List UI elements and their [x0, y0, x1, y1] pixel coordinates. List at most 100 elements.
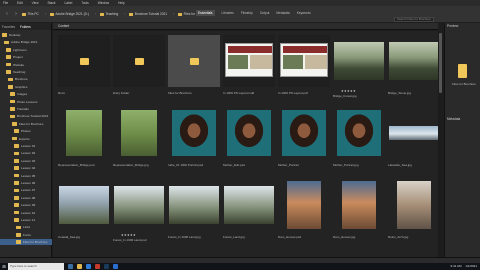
search-input[interactable]: Search Files for Brochure: [394, 17, 434, 22]
file-explorer-icon[interactable]: [77, 264, 82, 269]
menu-item-edit[interactable]: Edit: [17, 1, 23, 5]
breadcrumb-item[interactable]: This PC: [22, 12, 39, 16]
back-icon[interactable]: ‹: [4, 11, 10, 17]
thumbnail-item[interactable]: Ruins_Arch.jpg: [388, 179, 440, 244]
folder-tree-item[interactable]: Website: [0, 62, 52, 68]
workspace-tab-output[interactable]: Output: [260, 11, 270, 15]
bridge-icon[interactable]: [104, 264, 109, 269]
thumbnail-item[interactable]: Entry Folder: [113, 35, 165, 100]
windows-start-icon[interactable]: ⊞: [0, 263, 8, 270]
workspace-tab-libraries[interactable]: Libraries: [222, 11, 234, 15]
thumbnail-item[interactable]: Mother_Portrait: [278, 107, 330, 172]
folder-tree-item[interactable]: Lesson 08: [0, 195, 52, 201]
menu-item-help[interactable]: Help: [118, 1, 125, 5]
thumbnail-item[interactable]: Dam_Hoover.jpg: [333, 179, 385, 244]
thumbnail-item[interactable]: Bridge_Stone.jpg: [388, 35, 440, 100]
breadcrumb-item[interactable]: Adobe Bridge 2021 (D:): [49, 12, 89, 16]
thumbnail-item[interactable]: Representation_Bridge.jpg: [113, 107, 165, 172]
folder-tree-item[interactable]: Teaching: [0, 69, 52, 75]
folder-tree-item[interactable]: Links: [0, 224, 52, 230]
thumbnail-item[interactable]: Representation_Bridge.psd: [58, 107, 110, 172]
folder-tree-item[interactable]: Lesson 01: [0, 143, 52, 149]
breadcrumb-item[interactable]: Teaching: [99, 12, 118, 16]
content-tab[interactable]: Content: [58, 24, 69, 28]
folder-tree-item[interactable]: Adobe Bridge 2021: [0, 39, 52, 45]
taskbar-search-input[interactable]: Type here to search: [8, 263, 64, 270]
folder-tree-item[interactable]: Lightroom: [0, 47, 52, 53]
folder-label: Teaching: [13, 70, 26, 74]
breadcrumb-item[interactable]: Brochure Tutorial 2021: [129, 12, 167, 16]
folder-tree-item[interactable]: Lesson 04: [0, 165, 52, 171]
edge-icon[interactable]: [86, 264, 91, 269]
workspace-tab-keywords[interactable]: Keywords: [297, 11, 311, 15]
folder-tree-item[interactable]: Lesson 09: [0, 202, 52, 208]
folder-tree-item[interactable]: Brochure Tutorial 2021: [0, 113, 52, 119]
breadcrumb-label: This PC: [27, 12, 39, 16]
photo-preview: [66, 110, 102, 156]
thumbnail-item[interactable]: Files for Brochure: [168, 35, 220, 100]
photo-preview: [334, 42, 384, 80]
folder-label: Lightroom: [13, 47, 27, 52]
thumbnail-item[interactable]: ★★★★★ Forest_In 1000 Land.psd: [113, 179, 165, 244]
folder-label: Project: [13, 55, 23, 60]
thumbnail-item[interactable]: Forest_In 1000 Land.jpg: [168, 179, 220, 244]
folder-tree-item[interactable]: Desktop: [0, 32, 52, 38]
thumbnail-caption: Files for Brochure: [168, 91, 192, 95]
folder-tree-item[interactable]: Fonts: [0, 232, 52, 238]
folder-tree-item[interactable]: Photos: [0, 128, 52, 134]
forward-icon[interactable]: ›: [13, 11, 19, 17]
menu-item-view[interactable]: View: [32, 1, 39, 5]
menu-item-stack[interactable]: Stack: [48, 1, 56, 5]
thumbnail-item[interactable]: Lakeside_Sea.jpg: [388, 107, 440, 172]
folder-tree-item[interactable]: Photo Lessons: [0, 99, 52, 105]
preview-caption: Files for Brochure: [452, 82, 476, 86]
workspace-tab-metadata[interactable]: Metadata: [276, 11, 289, 15]
folder-tree-item[interactable]: Images: [0, 91, 52, 97]
menu-item-file[interactable]: File: [3, 1, 8, 5]
thumbnail-item[interactable]: ★★★★★ Bridge_Forest.jpg: [333, 35, 385, 100]
tab-favorites[interactable]: Favorites: [2, 25, 15, 29]
document-thumbnail: [223, 35, 275, 87]
folder-tree-item[interactable]: Exports: [0, 136, 52, 142]
thumbnail-item[interactable]: Mother_Edit.psd: [223, 107, 275, 172]
folder-tree-item[interactable]: Tutorials: [0, 106, 52, 112]
menu-item-window[interactable]: Window: [98, 1, 109, 5]
folder-tree-item[interactable]: Files for Brochure: [0, 239, 52, 246]
folder-icon: [14, 210, 19, 215]
folder-icon: [14, 203, 19, 207]
folder-tree-item[interactable]: Lesson 11: [0, 217, 52, 223]
menu-item-tools[interactable]: Tools: [81, 1, 88, 5]
thumbnail-item[interactable]: In 1000 PS Layout.indd: [223, 35, 275, 100]
task-view-icon[interactable]: [68, 264, 73, 269]
thumbnail-item[interactable]: Indie_01 1000 Portrait.psd: [168, 107, 220, 172]
folder-tree-item[interactable]: Brochure: [0, 76, 52, 82]
thumbnail-item[interactable]: In 1000 PS Layout.pdf: [278, 35, 330, 100]
folders-panel: Favorites Folders Desktop Adobe Bridge 202…: [0, 23, 52, 257]
folder-icon: [99, 12, 104, 16]
folder-tree-item[interactable]: Lesson 02: [0, 150, 52, 156]
thumbnail-item[interactable]: Docs: [58, 35, 110, 100]
folder-label: Images: [17, 92, 28, 97]
folder-tree-item[interactable]: Files for Brochure: [0, 121, 52, 127]
folder-tree-item[interactable]: Lesson 10: [0, 210, 52, 216]
photoshop-icon[interactable]: [113, 264, 118, 269]
thumbnail-item[interactable]: Mother_Portrait.jpg: [333, 107, 385, 172]
folder-tree-item[interactable]: Lesson 05: [0, 173, 52, 179]
thumbnail-item[interactable]: Forest_Land.jpg: [223, 179, 275, 244]
folder-tree-item[interactable]: Project: [0, 54, 52, 60]
thumbnail-caption: Dam_Hoover.psd: [278, 235, 302, 239]
chrome-icon[interactable]: [95, 264, 100, 269]
folder-tree-item[interactable]: Lesson 07: [0, 187, 52, 193]
menu-item-label[interactable]: Label: [64, 1, 72, 5]
thumbnail-item[interactable]: Dam_Hoover.psd: [278, 179, 330, 244]
workspace-tab-essentials[interactable]: Essentials: [196, 10, 215, 16]
tab-folders[interactable]: Folders: [20, 25, 31, 29]
folder-tree-item[interactable]: Lesson 03: [0, 158, 52, 164]
thumbnail-item[interactable]: Coastal_Sea.jpg: [58, 179, 110, 244]
scrollbar-thumb[interactable]: [439, 33, 442, 93]
star-rating[interactable]: ★★★★★: [341, 89, 356, 93]
workspace-tab-filmstrip[interactable]: Filmstrip: [241, 11, 253, 15]
star-rating[interactable]: ★★★★★: [121, 233, 136, 237]
folder-tree-item[interactable]: Lesson 06: [0, 180, 52, 186]
folder-tree-item[interactable]: Graphics: [0, 84, 52, 90]
